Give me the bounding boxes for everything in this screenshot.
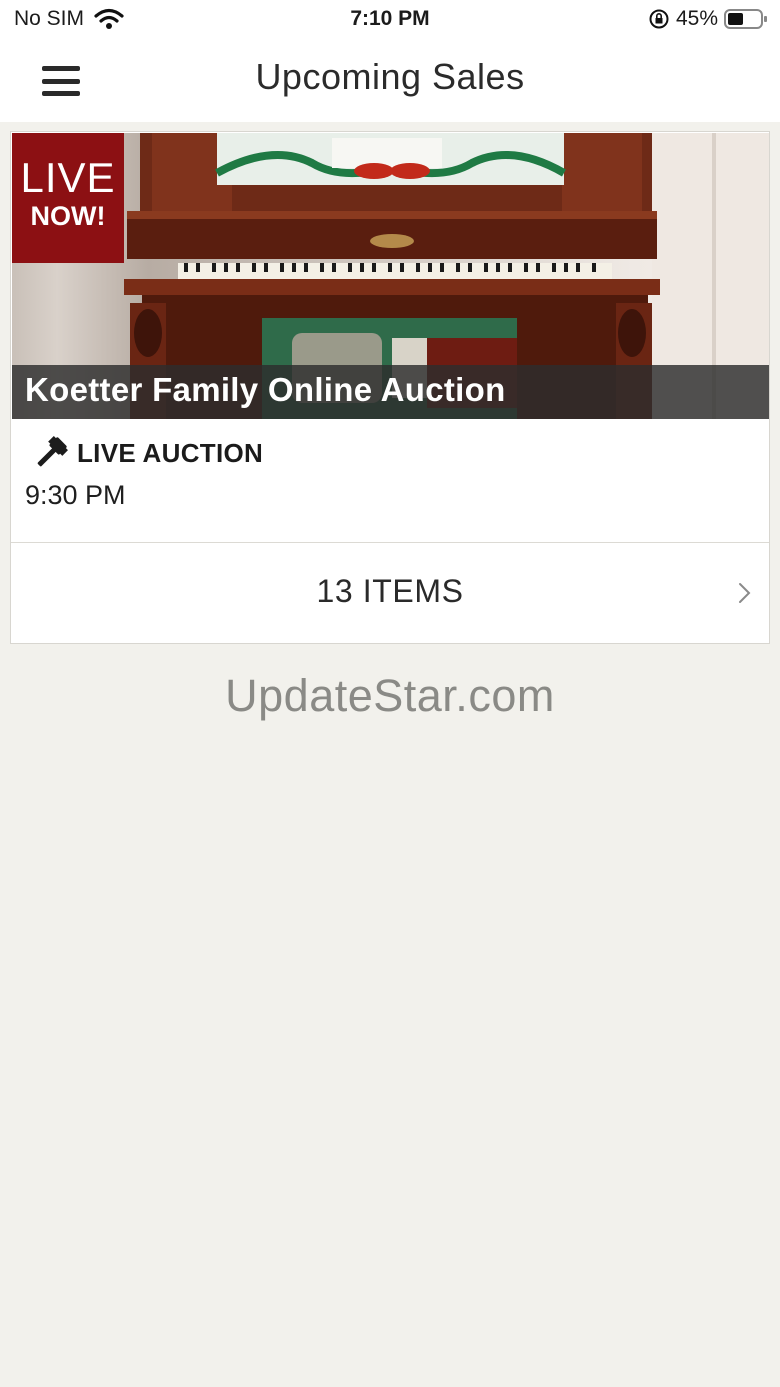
navigation-bar: Upcoming Sales [0,40,780,122]
chevron-right-icon [737,581,753,605]
auction-time: 9:30 PM [25,480,126,510]
status-bar: No SIM 7:10 PM 45% [0,0,780,40]
auction-type: LIVE AUCTION [33,435,263,471]
status-right: 45% [648,7,768,31]
lock-rotation-icon [648,8,670,30]
page-title: Upcoming Sales [255,56,525,97]
watermark-text: UpdateStar.com [225,670,555,721]
gavel-icon [33,435,69,471]
sale-card[interactable]: LIVE NOW! Koetter Family Online Auction … [10,131,770,644]
auction-type-label: LIVE AUCTION [77,437,264,468]
live-badge-line2: NOW! [30,201,106,231]
sale-hero-image[interactable]: LIVE NOW! Koetter Family Online Auction [12,133,769,419]
battery-percent: 45% [675,7,718,30]
live-badge-line1: LIVE [20,154,116,201]
live-now-badge: LIVE NOW! [12,133,124,263]
battery-icon [724,8,768,30]
items-row[interactable]: 13 ITEMS [11,543,769,643]
sale-title: Koetter Family Online Auction [25,371,506,408]
sale-title-bar: Koetter Family Online Auction [12,365,769,419]
items-count-label: 13 ITEMS [316,573,464,609]
